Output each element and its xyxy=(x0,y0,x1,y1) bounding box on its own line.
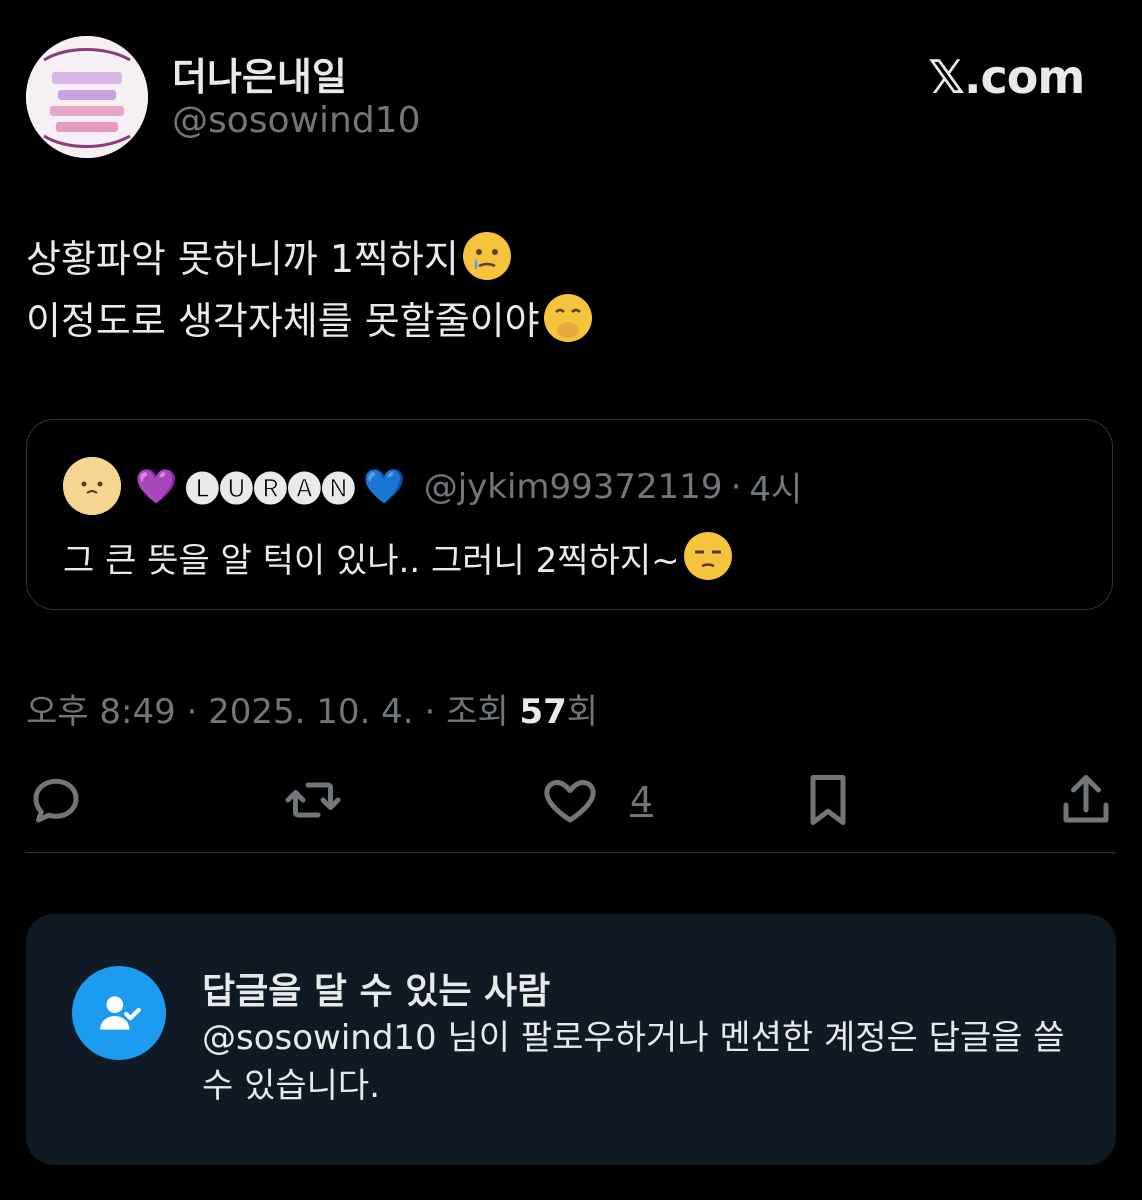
face-holding-back-tears-icon xyxy=(462,232,511,280)
share-button[interactable] xyxy=(1056,770,1116,830)
views-count: 57 xyxy=(519,692,567,732)
bookmark-icon xyxy=(810,775,846,825)
like-count[interactable]: 4 xyxy=(630,780,653,821)
views-suffix: 회 xyxy=(566,692,599,732)
tweet-date[interactable]: 2025. 10. 4. xyxy=(208,692,413,732)
divider xyxy=(26,852,1116,853)
repost-button[interactable] xyxy=(280,770,346,830)
purple-heart-icon: 💜 xyxy=(135,466,178,507)
quote-author-handle: @jykim99372119 xyxy=(423,466,723,507)
author-handle[interactable]: @sosowind10 xyxy=(172,100,420,141)
tweet-meta: 오후 8:49 · 2025. 10. 4. · 조회 57회 xyxy=(26,684,598,733)
tweet-text: 상황파악 못하니까 1찍하지 이정도로 생각자체를 못할줄이야 xyxy=(26,228,592,352)
tweet-line-2: 이정도로 생각자체를 못할줄이야 xyxy=(26,299,540,343)
heart-icon xyxy=(544,780,596,823)
views-label: 조회 xyxy=(446,692,509,732)
like-button[interactable]: 4 xyxy=(540,770,653,830)
author-avatar[interactable] xyxy=(26,36,148,158)
reply-restriction-title: 답글을 달 수 있는 사람 xyxy=(202,971,551,1012)
quote-text-body: 그 큰 뜻을 알 턱이 있나.. 그러니 2찍하지~ xyxy=(63,541,680,581)
bookmark-button[interactable] xyxy=(798,770,858,830)
action-bar: 4 xyxy=(26,770,1116,840)
quote-text: 그 큰 뜻을 알 턱이 있나.. 그러니 2찍하지~ xyxy=(63,532,732,582)
reply-restriction-panel: 답글을 달 수 있는 사람 @sosowind10 님이 팔로우하거나 멘션한 … xyxy=(26,914,1116,1165)
share-icon xyxy=(1063,775,1109,823)
quote-header: 💜 🅛🅤🅡🅐🅝 💙 @jykim99372119 · 4시 xyxy=(135,462,802,511)
author-display-name[interactable]: 더나은내일 xyxy=(172,46,347,101)
quote-author-name: 🅛🅤🅡🅐🅝 xyxy=(185,470,356,510)
reply-restriction-description: @sosowind10 님이 팔로우하거나 멘션한 계정은 답글을 쓸 수 있습… xyxy=(202,1018,1065,1106)
unamused-face-icon xyxy=(683,532,732,580)
meta-sep-2: · xyxy=(424,692,436,732)
tweet-time[interactable]: 오후 8:49 xyxy=(26,692,176,732)
meta-sep-1: · xyxy=(186,692,198,732)
tweet-line-1: 상황파악 못하니까 1찍하지 xyxy=(26,237,459,281)
face-with-hand-over-mouth-icon xyxy=(543,294,592,342)
reply-button[interactable] xyxy=(26,770,86,830)
reply-icon xyxy=(33,778,79,823)
quoted-tweet[interactable]: 💜 🅛🅤🅡🅐🅝 💙 @jykim99372119 · 4시 그 큰 뜻을 알 턱… xyxy=(26,419,1113,610)
quote-author-avatar xyxy=(63,457,121,515)
quote-time: 4시 xyxy=(749,470,803,510)
repost-icon xyxy=(285,782,341,818)
blue-heart-icon: 💙 xyxy=(363,466,406,507)
x-logo-watermark: 𝕏.com xyxy=(928,50,1085,104)
user-check-icon xyxy=(72,966,166,1060)
quote-separator: · xyxy=(730,466,742,507)
